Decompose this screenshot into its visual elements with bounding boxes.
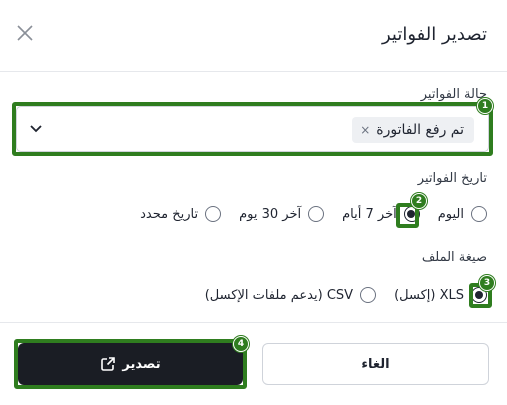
- date-option-specific-date[interactable]: تاريخ محدد: [140, 206, 222, 222]
- radio-circle[interactable]: [360, 287, 377, 303]
- close-icon[interactable]: [14, 22, 36, 44]
- format-option-label: CSV (يدعم ملفات الإكسل): [204, 287, 354, 303]
- date-option-today[interactable]: اليوم: [438, 206, 487, 222]
- radio-circle[interactable]: [205, 206, 222, 222]
- cancel-button-label: الغاء: [361, 356, 390, 372]
- annotation-badge-3: 3: [479, 275, 495, 291]
- dialog-header: تصدير الفواتير: [0, 0, 507, 72]
- date-option-label: آخر 30 يوم: [239, 206, 302, 222]
- annotation-badge-4: 4: [233, 336, 249, 352]
- dialog-title: تصدير الفواتير: [382, 24, 487, 45]
- status-chip-label: تم رفع الفاتورة: [376, 122, 464, 138]
- annotation-badge-1: 1: [477, 98, 493, 114]
- date-option-last-7-days[interactable]: آخر 7 أيام: [342, 206, 420, 222]
- share-export-icon: [101, 357, 116, 371]
- cancel-button[interactable]: الغاء: [262, 343, 489, 385]
- format-option-label: XLS (إكسل): [394, 287, 464, 303]
- export-button-label: تصدير: [122, 356, 161, 372]
- chevron-down-icon[interactable]: [29, 122, 43, 136]
- status-label: حالة الفواتير: [420, 87, 487, 102]
- date-label: تاريخ الفواتير: [417, 171, 487, 186]
- date-option-label: اليوم: [437, 206, 464, 222]
- radio-circle[interactable]: [471, 206, 487, 222]
- format-radio-group: XLS (إكسل) CSV (يدعم ملفات الإكسل): [187, 287, 487, 303]
- format-label: صيغة الملف: [421, 250, 487, 265]
- date-option-label: آخر 7 أيام: [342, 206, 397, 222]
- date-option-label: تاريخ محدد: [140, 206, 199, 222]
- date-option-last-30-days[interactable]: آخر 30 يوم: [239, 206, 325, 222]
- status-select[interactable]: تم رفع الفاتورة ×: [16, 106, 489, 152]
- annotation-badge-2: 2: [411, 193, 427, 209]
- chip-remove-icon[interactable]: ×: [360, 123, 370, 137]
- format-option-csv[interactable]: CSV (يدعم ملفات الإكسل): [204, 287, 377, 303]
- status-chip: تم رفع الفاتورة ×: [352, 117, 474, 143]
- export-button[interactable]: تصدير: [18, 343, 243, 385]
- format-option-xls[interactable]: XLS (إكسل): [394, 287, 487, 303]
- radio-circle[interactable]: [308, 206, 325, 222]
- date-radio-group: اليوم آخر 7 أيام آخر 30 يوم تاريخ محدد: [122, 206, 487, 222]
